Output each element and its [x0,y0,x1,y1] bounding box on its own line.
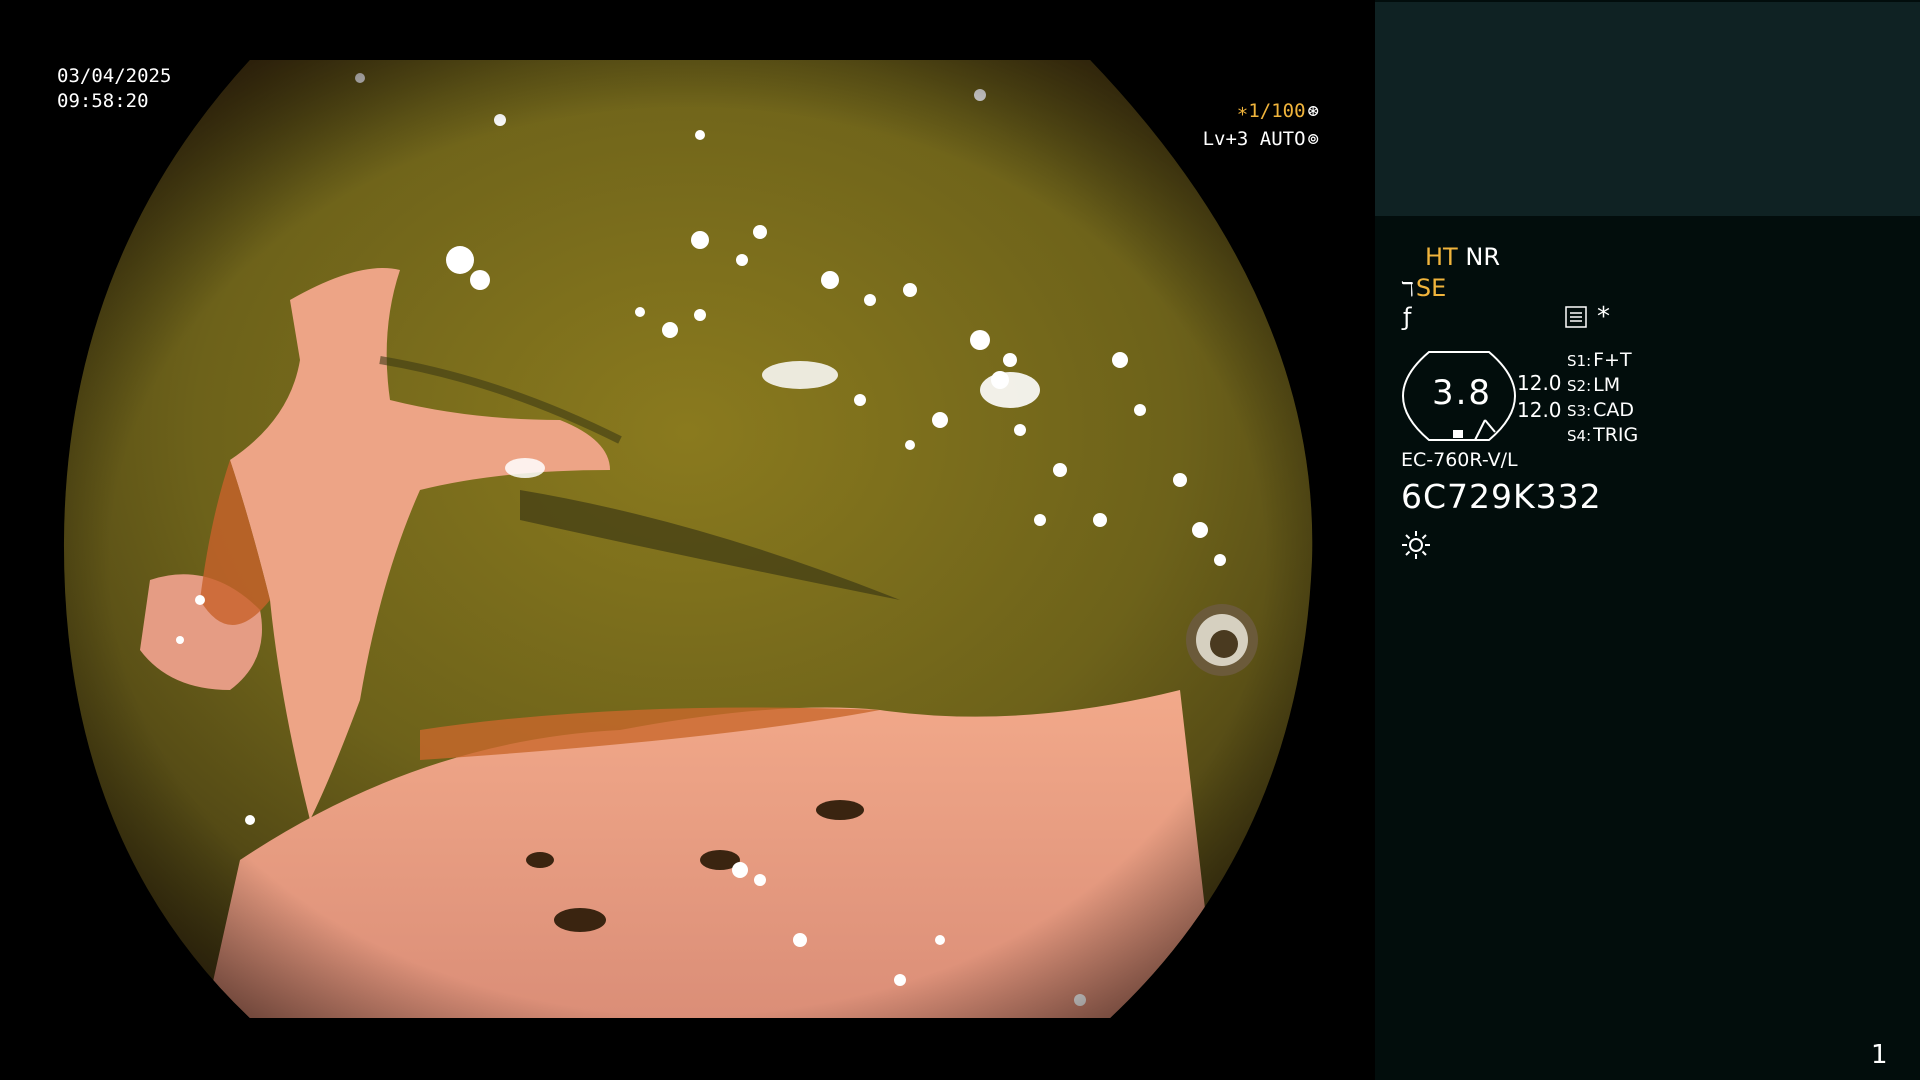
switch-key: S1: [1567,352,1592,370]
se-label: SE [1415,274,1447,302]
switch-s1: S1: F+T [1567,348,1632,374]
switch-value: CAD [1593,399,1635,421]
auto-exposure-icon: ⊚ [1307,128,1319,150]
exposure-level-value: Lv+3 AUTO [1202,128,1306,150]
endoscope-view: 03/04/2025 09:58:20 ∗1/100 ⊛ Lv+3 AUTO ⊚ [0,0,1375,1080]
value-b: 12.0 [1517,398,1562,422]
asterisk-indicator: * [1597,302,1610,332]
ht-nr-row: HT NR [1425,242,1500,272]
endoscopic-image [63,60,1313,1018]
shutter-speed: ∗1/100 ⊛ [1237,99,1319,123]
exposure-level: Lv+3 AUTO ⊚ [1203,127,1319,151]
page-number: 1 [1871,1040,1888,1070]
info-panel: HT NR ℸSE ƒ * 3.8 12.0 12.0 S1: F+T S2: LM… [1375,0,1920,1080]
lamp-icon [1402,531,1430,559]
switch-key: S4: [1567,427,1592,445]
switch-value: F+T [1593,349,1632,371]
exam-time: 09:58:20 [57,90,149,112]
shutter-speed-value: ∗1/100 [1236,100,1306,122]
value-a: 12.0 [1517,371,1562,395]
panel-header-area [1375,2,1920,216]
ht-label: HT [1425,243,1458,271]
structure-enhance-icon: ℸ [1401,277,1414,301]
scope-serial: 6C729K332 [1401,477,1602,516]
switch-value: LM [1593,374,1621,396]
switch-s3: S3: CAD [1567,398,1634,424]
scope-model: EC-760R-V/L [1401,449,1518,471]
f-icon: ƒ [1403,303,1412,331]
exam-date: 03/04/2025 [57,65,172,87]
aperture-icon: ⊛ [1307,100,1319,122]
settings-list-icon [1565,306,1587,328]
switch-value: TRIG [1593,424,1639,446]
switch-s4: S4: TRIG [1567,423,1638,449]
se-row: ℸSE [1401,273,1446,304]
switch-s2: S2: LM [1567,373,1620,399]
gauge-value: 3.8 [1431,373,1493,413]
switch-key: S2: [1567,377,1592,395]
switch-key: S3: [1567,402,1592,420]
nr-label: NR [1465,243,1500,271]
